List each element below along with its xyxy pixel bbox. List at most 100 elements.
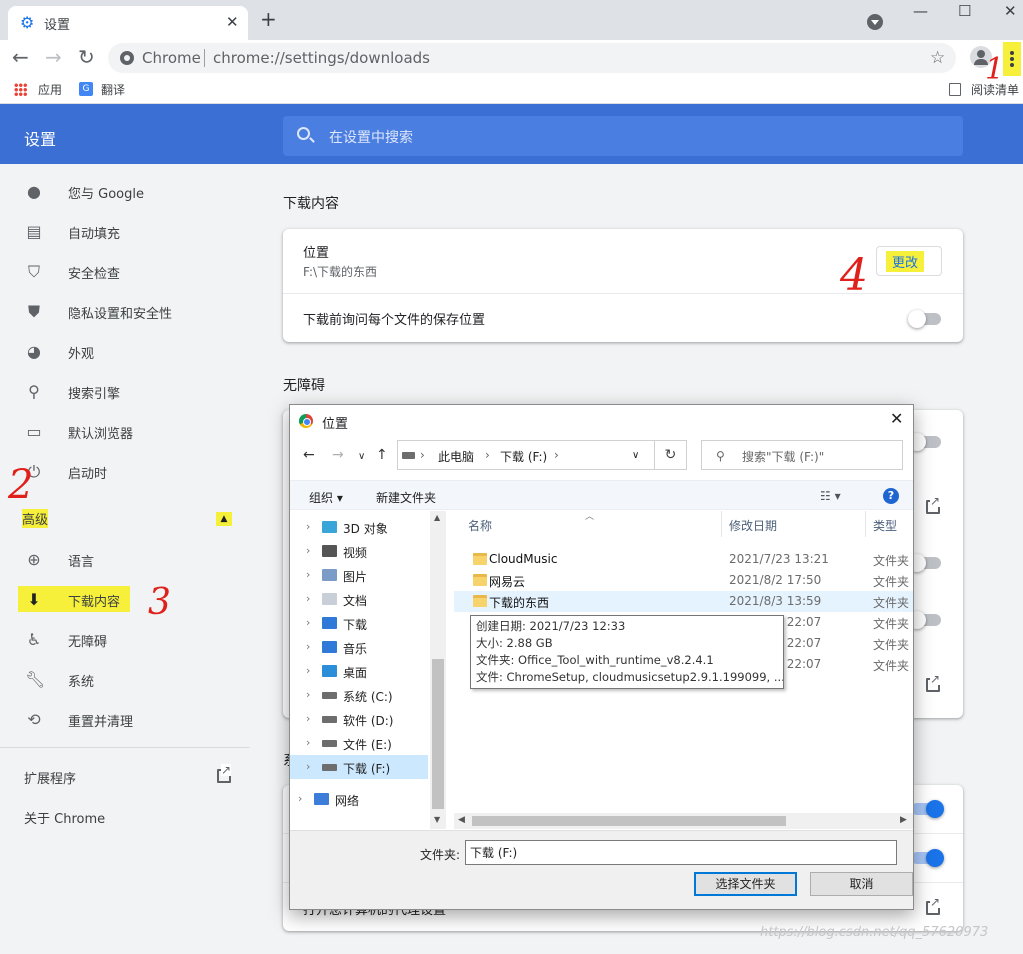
sidebar-item-downloads[interactable]: ⬇ 下载内容 <box>0 581 250 617</box>
sidebar-item-languages[interactable]: ⊕ 语言 <box>0 541 250 577</box>
tree-item-drive-f[interactable]: › 下载 (F:) <box>290 755 428 779</box>
sidebar-item-safety-check[interactable]: ⛉ 安全检查 <box>0 253 250 289</box>
organize-menu[interactable]: 组织 ▾ <box>309 489 343 506</box>
breadcrumb-drive-f[interactable]: 下载 (F:) <box>500 448 547 465</box>
help-icon[interactable]: ? <box>883 488 899 504</box>
expand-chevron-icon[interactable]: › <box>306 688 310 701</box>
url-text[interactable]: chrome://settings/downloads <box>213 49 430 67</box>
ask-location-toggle[interactable] <box>908 310 941 328</box>
tab-settings[interactable]: ⚙ 设置 ✕ <box>8 6 248 40</box>
tree-item-downloads[interactable]: › 下载 <box>290 611 428 635</box>
tree-item-pictures[interactable]: › 图片 <box>290 563 428 587</box>
up-arrow-icon[interactable]: ↑ <box>376 447 388 463</box>
sidebar-advanced-toggle[interactable]: 高级 ▲ <box>0 500 250 536</box>
forward-arrow-icon[interactable]: → <box>45 46 62 68</box>
expand-chevron-icon[interactable]: › <box>306 664 310 677</box>
dialog-search-input[interactable]: ⚲ 搜索"下载 (F:)" <box>701 440 903 470</box>
view-options-icon[interactable]: ☷ ▾ <box>820 489 841 503</box>
system-toggle-1[interactable] <box>911 800 944 818</box>
open-in-new-icon[interactable] <box>926 495 941 514</box>
column-header-modified[interactable]: 修改日期 <box>729 517 777 534</box>
expand-chevron-icon[interactable]: › <box>306 568 310 581</box>
expand-chevron-icon[interactable]: › <box>306 640 310 653</box>
expand-chevron-icon[interactable]: › <box>306 736 310 749</box>
bookmark-star-icon[interactable]: ☆ <box>930 48 945 68</box>
bookmark-apps[interactable]: 应用 <box>38 81 62 98</box>
sidebar-item-autofill[interactable]: ▤ 自动填充 <box>0 213 250 249</box>
sidebar-item-about[interactable]: 关于 Chrome <box>0 798 250 834</box>
sidebar-item-search-engine[interactable]: ⚲ 搜索引擎 <box>0 373 250 409</box>
scroll-thumb[interactable] <box>432 659 444 809</box>
scroll-thumb[interactable] <box>472 816 786 826</box>
open-in-new-icon[interactable] <box>926 673 941 692</box>
tree-item-drive-c[interactable]: › 系统 (C:) <box>290 683 428 707</box>
expand-chevron-icon[interactable]: › <box>306 592 310 605</box>
expand-chevron-icon[interactable]: › <box>298 792 302 805</box>
scroll-left-icon[interactable]: ◀ <box>458 815 465 825</box>
address-bar[interactable]: Chrome chrome://settings/downloads ☆ <box>108 43 956 73</box>
tree-item-drive-d[interactable]: › 软件 (D:) <box>290 707 428 731</box>
tree-item-network[interactable]: › 网络 <box>290 787 428 811</box>
forward-arrow-icon[interactable]: → <box>332 447 344 463</box>
sidebar-item-reset[interactable]: ⟲ 重置并清理 <box>0 701 250 737</box>
sidebar-item-default-browser[interactable]: ▭ 默认浏览器 <box>0 413 250 449</box>
expand-chevron-icon[interactable]: › <box>306 712 310 725</box>
file-row[interactable]: CloudMusic 2021/7/23 13:21 文件夹 <box>454 549 913 570</box>
tree-item-desktop[interactable]: › 桌面 <box>290 659 428 683</box>
close-window-button[interactable]: ✕ <box>1004 2 1017 20</box>
change-location-button[interactable]: 更改 <box>876 246 942 276</box>
file-row[interactable]: 网易云 2021/8/2 17:50 文件夹 <box>454 570 913 591</box>
accessibility-toggle-2[interactable] <box>908 554 941 572</box>
accessibility-toggle-1[interactable] <box>908 433 941 451</box>
refresh-icon[interactable]: ↻ <box>655 440 687 470</box>
expand-chevron-icon[interactable]: › <box>306 760 310 773</box>
new-folder-button[interactable]: 新建文件夹 <box>376 489 436 506</box>
sidebar-item-system[interactable]: 🔧︎ 系统 <box>0 661 250 697</box>
tree-item-drive-e[interactable]: › 文件 (E:) <box>290 731 428 755</box>
sidebar-item-on-startup[interactable]: ⏻ 启动时 <box>0 453 250 489</box>
sidebar-item-appearance[interactable]: ◕ 外观 <box>0 333 250 369</box>
scroll-up-icon[interactable]: ▲ <box>434 513 440 522</box>
scroll-right-icon[interactable]: ▶ <box>900 815 907 825</box>
tree-item-3d-objects[interactable]: › 3D 对象 <box>290 515 428 539</box>
column-separator[interactable] <box>865 511 866 537</box>
expand-chevron-icon[interactable]: › <box>306 616 310 629</box>
tab-search-icon[interactable] <box>867 14 883 30</box>
sidebar-item-you-and-google[interactable]: ● 您与 Google <box>0 173 250 209</box>
sidebar-item-extensions[interactable]: 扩展程序 <box>0 758 250 794</box>
back-arrow-icon[interactable]: ← <box>303 447 315 463</box>
cancel-button[interactable]: 取消 <box>810 872 913 896</box>
column-header-type[interactable]: 类型 <box>873 517 897 534</box>
reload-icon[interactable]: ↻ <box>78 46 95 68</box>
maximize-button[interactable]: ☐ <box>958 2 971 20</box>
file-list-horizontal-scrollbar[interactable]: ◀ ▶ <box>454 813 913 829</box>
folder-field[interactable] <box>465 840 897 865</box>
tab-close-icon[interactable]: ✕ <box>226 13 239 31</box>
breadcrumb-this-pc[interactable]: 此电脑 <box>438 448 474 465</box>
dialog-close-button[interactable]: ✕ <box>890 409 903 428</box>
open-in-new-icon[interactable] <box>926 896 941 915</box>
expand-chevron-icon[interactable]: › <box>306 544 310 557</box>
new-tab-button[interactable]: + <box>260 9 277 29</box>
recent-locations-chevron-icon[interactable]: ∨ <box>358 451 365 462</box>
tree-item-music[interactable]: › 音乐 <box>290 635 428 659</box>
address-breadcrumb[interactable]: › 此电脑 › 下载 (F:) › ∨ <box>397 440 655 470</box>
tree-item-documents[interactable]: › 文档 <box>290 587 428 611</box>
tree-item-videos[interactable]: › 视频 <box>290 539 428 563</box>
bookmark-translate[interactable]: 翻译 <box>101 81 125 98</box>
tree-scrollbar[interactable]: ▲ ▼ <box>430 511 446 829</box>
select-folder-button[interactable]: 选择文件夹 <box>694 872 797 896</box>
expand-chevron-icon[interactable]: › <box>306 520 310 533</box>
sidebar-item-accessibility[interactable]: ♿ 无障碍 <box>0 621 250 657</box>
chrome-menu-button[interactable] <box>1003 42 1021 76</box>
column-separator[interactable] <box>721 511 722 537</box>
scroll-down-icon[interactable]: ▼ <box>434 815 440 824</box>
file-row[interactable]: 下载的东西 2021/8/3 13:59 文件夹 <box>454 591 913 612</box>
sidebar-item-privacy[interactable]: ⛊ 隐私设置和安全性 <box>0 293 250 329</box>
back-arrow-icon[interactable]: ← <box>12 46 29 68</box>
system-toggle-2[interactable] <box>911 849 944 867</box>
accessibility-toggle-3[interactable] <box>908 611 941 629</box>
address-dropdown-icon[interactable]: ∨ <box>632 450 639 461</box>
column-header-name[interactable]: 名称 <box>468 517 492 534</box>
minimize-button[interactable]: — <box>913 2 928 20</box>
